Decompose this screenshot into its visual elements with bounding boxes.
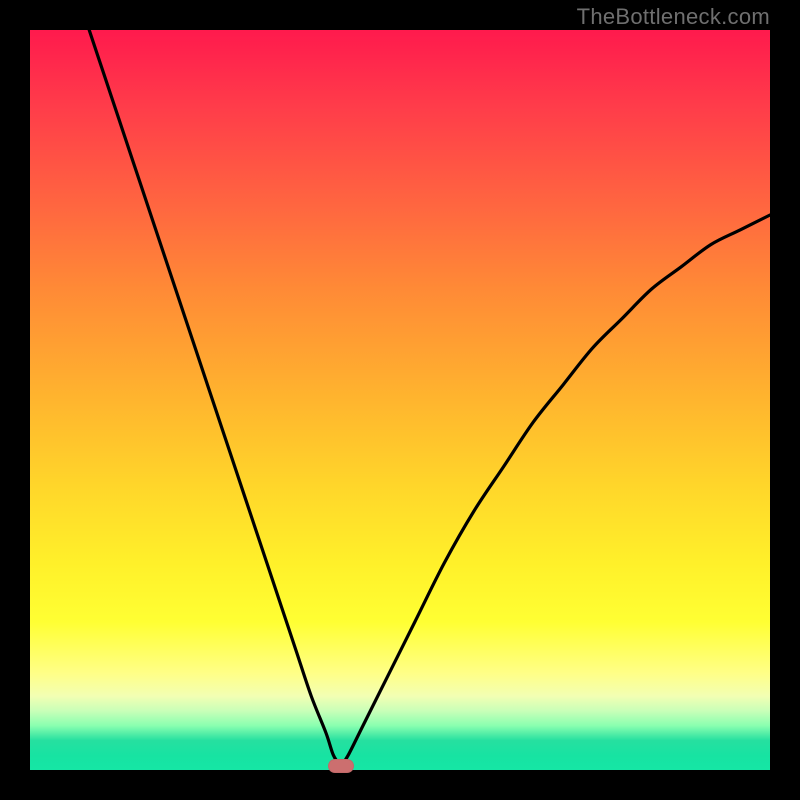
plot-area xyxy=(30,30,770,770)
chart-frame: TheBottleneck.com xyxy=(0,0,800,800)
bottleneck-curve xyxy=(30,30,770,770)
minimum-marker xyxy=(328,759,354,773)
curve-left-branch xyxy=(89,30,341,766)
watermark-text: TheBottleneck.com xyxy=(577,4,770,30)
curve-right-branch xyxy=(341,215,770,766)
